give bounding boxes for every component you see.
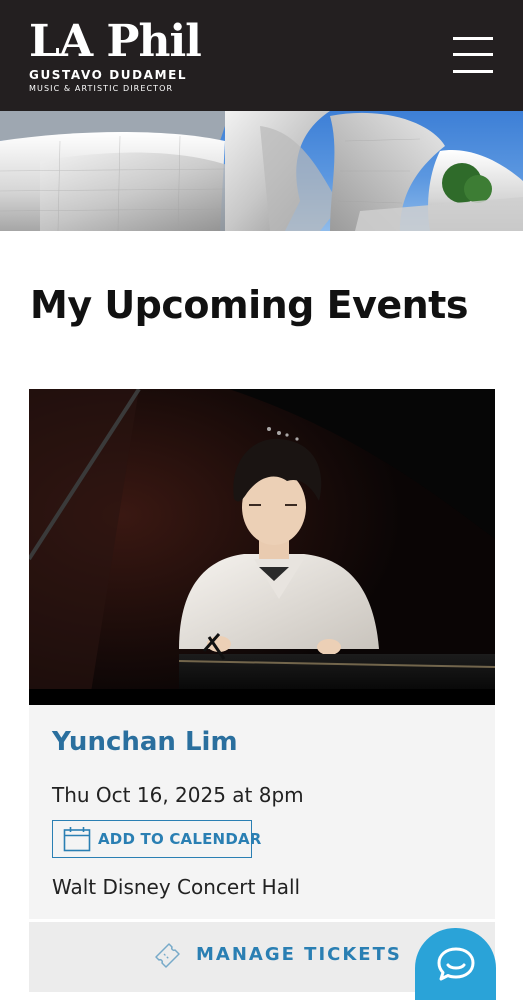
event-venue: Walt Disney Concert Hall (52, 875, 301, 899)
logo-subtitle-secondary: MUSIC & ARTISTIC DIRECTOR (29, 84, 174, 93)
logo-wordmark: LA Phil (29, 16, 202, 67)
calendar-icon (63, 826, 91, 852)
logo-subtitle: GUSTAVO DUDAMEL (29, 68, 188, 82)
add-to-calendar-label: ADD TO CALENDAR (98, 830, 262, 848)
hero-concert-hall-image (0, 111, 523, 231)
event-date: Thu Oct 16, 2025 at 8pm (52, 783, 304, 807)
page-title: My Upcoming Events (30, 283, 468, 327)
manage-tickets-label: MANAGE TICKETS (196, 944, 402, 965)
ticket-icon (153, 940, 183, 970)
add-to-calendar-button[interactable]: ADD TO CALENDAR (52, 820, 261, 858)
la-phil-logo[interactable]: LA Phil GUSTAVO DUDAMEL MUSIC & ARTISTIC… (29, 16, 202, 98)
event-image[interactable] (29, 389, 495, 705)
event-details: Yunchan Lim Thu Oct 16, 2025 at 8pm ADD … (29, 705, 495, 919)
event-card: Yunchan Lim Thu Oct 16, 2025 at 8pm ADD … (29, 389, 495, 992)
hamburger-menu-icon[interactable] (450, 34, 496, 76)
help-chat-button[interactable] (415, 928, 496, 1000)
site-header: LA Phil GUSTAVO DUDAMEL MUSIC & ARTISTIC… (0, 0, 523, 111)
event-title[interactable]: Yunchan Lim (52, 727, 238, 757)
